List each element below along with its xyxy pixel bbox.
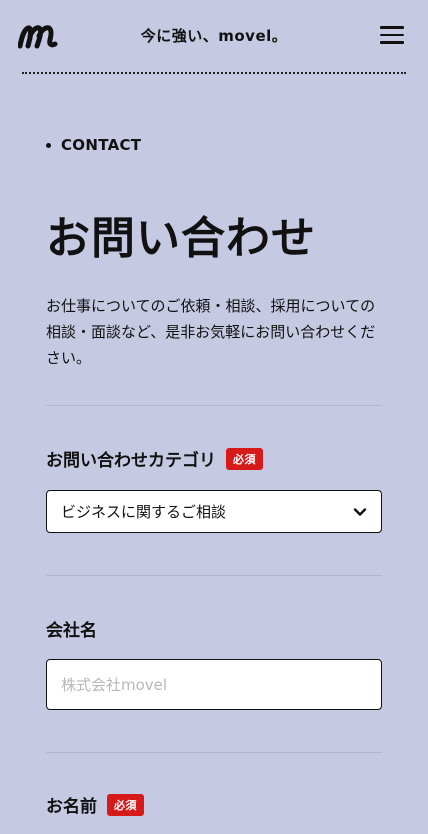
company-field-label: 会社名 [46,616,97,641]
bullet-icon [46,142,51,148]
section-divider [46,575,382,576]
site-tagline: 今に強い、movel。 [140,27,288,45]
name-field-label: お名前 必須 [46,792,144,817]
header-divider [22,72,406,74]
section-divider [46,752,382,753]
section-divider [46,405,382,406]
company-label: 会社名 [46,621,97,641]
category-label: お問い合わせカテゴリ [46,451,216,471]
company-input[interactable] [46,659,382,710]
required-badge: 必須 [226,447,263,470]
site-header: 今に強い、movel。 [0,0,428,74]
required-badge: 必須 [107,793,144,816]
section-eyebrow: CONTACT [46,136,141,154]
name-label: お名前 [46,797,97,817]
category-select[interactable]: ビジネスに関するご相談 [46,490,382,533]
page-title: お問い合わせ [46,213,316,264]
chevron-down-icon [353,508,367,516]
category-selected-value: ビジネスに関するご相談 [61,503,227,521]
hamburger-menu-icon[interactable] [380,26,404,46]
category-field-label: お問い合わせカテゴリ 必須 [46,446,263,471]
eyebrow-label: CONTACT [61,136,142,154]
lead-text: お仕事についてのご依頼・相談、採用についての相談・面談など、是非お気軽にお問い合… [46,297,376,367]
